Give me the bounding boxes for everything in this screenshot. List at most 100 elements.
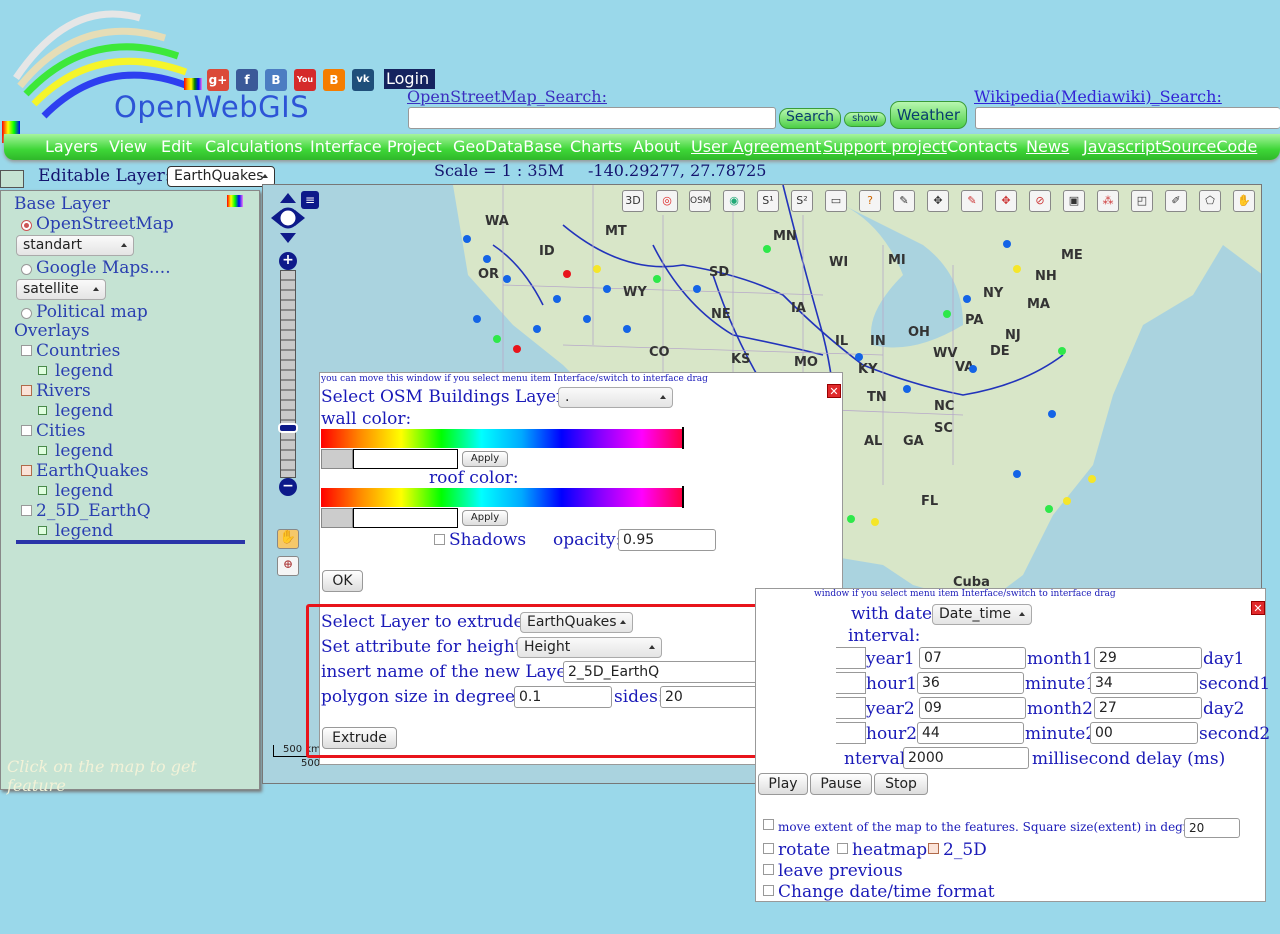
hour1-prefix-input[interactable] bbox=[836, 672, 866, 694]
change-format-checkbox[interactable] bbox=[763, 885, 774, 896]
wiki-search-input[interactable] bbox=[975, 107, 1280, 129]
google-plus-icon[interactable]: g+ bbox=[207, 69, 229, 91]
panel-rainbow-icon[interactable] bbox=[227, 195, 243, 207]
menu-news[interactable]: News bbox=[1026, 137, 1069, 156]
globe-icon[interactable]: ◉ bbox=[723, 190, 745, 212]
menu-view[interactable]: View bbox=[109, 137, 147, 156]
earthquake-point[interactable] bbox=[563, 270, 571, 278]
zoom-in-icon[interactable]: + bbox=[279, 252, 297, 270]
draw-polygon-icon[interactable]: ⬠ bbox=[1199, 190, 1221, 212]
earthquake-point[interactable] bbox=[903, 385, 911, 393]
25d-checkbox[interactable] bbox=[928, 843, 939, 854]
earthquake-point[interactable] bbox=[1013, 265, 1021, 273]
save-icon[interactable]: ▣ bbox=[1063, 190, 1085, 212]
rotate-checkbox[interactable] bbox=[763, 843, 774, 854]
close-icon[interactable]: ✕ bbox=[827, 384, 841, 398]
earthquake-point[interactable] bbox=[623, 325, 631, 333]
legend-expand-icon[interactable] bbox=[38, 486, 47, 495]
help-query-icon[interactable]: ? bbox=[859, 190, 881, 212]
edit-feature-icon[interactable]: ✎ bbox=[961, 190, 983, 212]
roof-color-cursor[interactable] bbox=[682, 486, 684, 508]
roof-color-picker[interactable] bbox=[321, 488, 682, 507]
year2-input[interactable] bbox=[919, 697, 1026, 719]
earthquake-point[interactable] bbox=[1013, 470, 1021, 478]
zoom-handle[interactable] bbox=[278, 423, 298, 433]
menu-calculations[interactable]: Calculations bbox=[205, 137, 303, 156]
legend-expand-icon[interactable] bbox=[38, 406, 47, 415]
move-extent-checkbox[interactable] bbox=[763, 819, 774, 830]
earthquake-point[interactable] bbox=[593, 265, 601, 273]
year1-prefix-input[interactable] bbox=[836, 647, 866, 669]
rivers-checkbox[interactable] bbox=[21, 385, 32, 396]
osm-search-label[interactable]: OpenStreetMap_Search: bbox=[407, 87, 607, 106]
facebook-icon[interactable]: f bbox=[236, 69, 258, 91]
measure-s2-icon[interactable]: S² bbox=[791, 190, 813, 212]
cities-checkbox[interactable] bbox=[21, 425, 32, 436]
legend-expand-icon[interactable] bbox=[38, 526, 47, 535]
vertices-icon[interactable]: ⁂ bbox=[1097, 190, 1119, 212]
menu-user-agreement[interactable]: User Agreement bbox=[691, 137, 821, 156]
roof-color-input[interactable] bbox=[353, 508, 458, 528]
play-button[interactable]: Play bbox=[758, 773, 808, 795]
panel-handle[interactable] bbox=[0, 170, 24, 188]
earthq-25d-legend[interactable]: legend bbox=[55, 521, 113, 541]
target-icon[interactable]: ◎ bbox=[656, 190, 678, 212]
year1-input[interactable] bbox=[919, 647, 1026, 669]
earthquake-point[interactable] bbox=[963, 295, 971, 303]
wall-apply-button[interactable]: Apply bbox=[462, 451, 508, 467]
stop-button[interactable]: Stop bbox=[874, 773, 928, 795]
move-icon[interactable]: ✥ bbox=[927, 190, 949, 212]
earthquake-point[interactable] bbox=[653, 275, 661, 283]
wall-color-input[interactable] bbox=[353, 449, 458, 469]
earthquake-point[interactable] bbox=[513, 345, 521, 353]
draw-line-icon[interactable]: ✐ bbox=[1165, 190, 1187, 212]
wall-color-cursor[interactable] bbox=[682, 427, 684, 449]
menu-about[interactable]: About bbox=[633, 137, 680, 156]
legend-expand-icon[interactable] bbox=[38, 446, 47, 455]
earthquake-point[interactable] bbox=[763, 245, 771, 253]
show-button[interactable]: show bbox=[844, 112, 886, 127]
cities-legend[interactable]: legend bbox=[55, 441, 113, 461]
earthquake-point[interactable] bbox=[943, 310, 951, 318]
wall-color-picker[interactable] bbox=[321, 429, 682, 448]
earthquake-point[interactable] bbox=[553, 295, 561, 303]
earthquake-point[interactable] bbox=[533, 325, 541, 333]
earthquake-point[interactable] bbox=[493, 335, 501, 343]
hour2-input[interactable] bbox=[917, 722, 1024, 744]
earthquake-point[interactable] bbox=[847, 515, 855, 523]
shadows-checkbox[interactable] bbox=[434, 534, 445, 545]
ruler-icon[interactable]: ▭ bbox=[825, 190, 847, 212]
heatmap-checkbox[interactable] bbox=[837, 843, 848, 854]
countries-legend[interactable]: legend bbox=[55, 361, 113, 381]
editable-layer-select[interactable]: EarthQuakes bbox=[167, 166, 275, 187]
osm-search-input[interactable] bbox=[408, 107, 776, 129]
drag-feature-icon[interactable]: ✥ bbox=[995, 190, 1017, 212]
date-field-select[interactable]: Date_time bbox=[932, 604, 1032, 625]
earthquake-point[interactable] bbox=[1048, 410, 1056, 418]
rainbow-icon[interactable] bbox=[184, 78, 202, 90]
youtube-icon[interactable]: You bbox=[294, 69, 316, 91]
hand-pan-icon[interactable]: ✋ bbox=[277, 529, 299, 549]
menu-charts[interactable]: Charts bbox=[570, 137, 622, 156]
zoom-out-icon[interactable]: − bbox=[279, 478, 297, 496]
rivers-legend[interactable]: legend bbox=[55, 401, 113, 421]
hour2-prefix-input[interactable] bbox=[836, 722, 866, 744]
search-button[interactable]: Search bbox=[779, 108, 841, 129]
earthquake-point[interactable] bbox=[483, 255, 491, 263]
osm-icon[interactable]: OSM bbox=[689, 190, 711, 212]
menu-contacts[interactable]: Contacts bbox=[947, 137, 1018, 156]
year2-prefix-input[interactable] bbox=[836, 697, 866, 719]
zoom-slider[interactable] bbox=[280, 270, 296, 478]
measure-s1-icon[interactable]: S¹ bbox=[757, 190, 779, 212]
google-style-select[interactable]: satellite bbox=[16, 279, 106, 300]
time-animation-dialog[interactable]: window if you select menu item Interface… bbox=[755, 588, 1270, 902]
resize-icon[interactable]: ◰ bbox=[1131, 190, 1153, 212]
month2-input[interactable] bbox=[1094, 697, 1202, 719]
ok-button[interactable]: OK bbox=[322, 570, 363, 592]
political-radio[interactable] bbox=[21, 308, 32, 319]
b-icon[interactable]: B bbox=[265, 69, 287, 91]
minute1-input[interactable] bbox=[1090, 672, 1198, 694]
month1-input[interactable] bbox=[1094, 647, 1202, 669]
earthquake-point[interactable] bbox=[503, 275, 511, 283]
osm-radio[interactable] bbox=[21, 220, 32, 231]
